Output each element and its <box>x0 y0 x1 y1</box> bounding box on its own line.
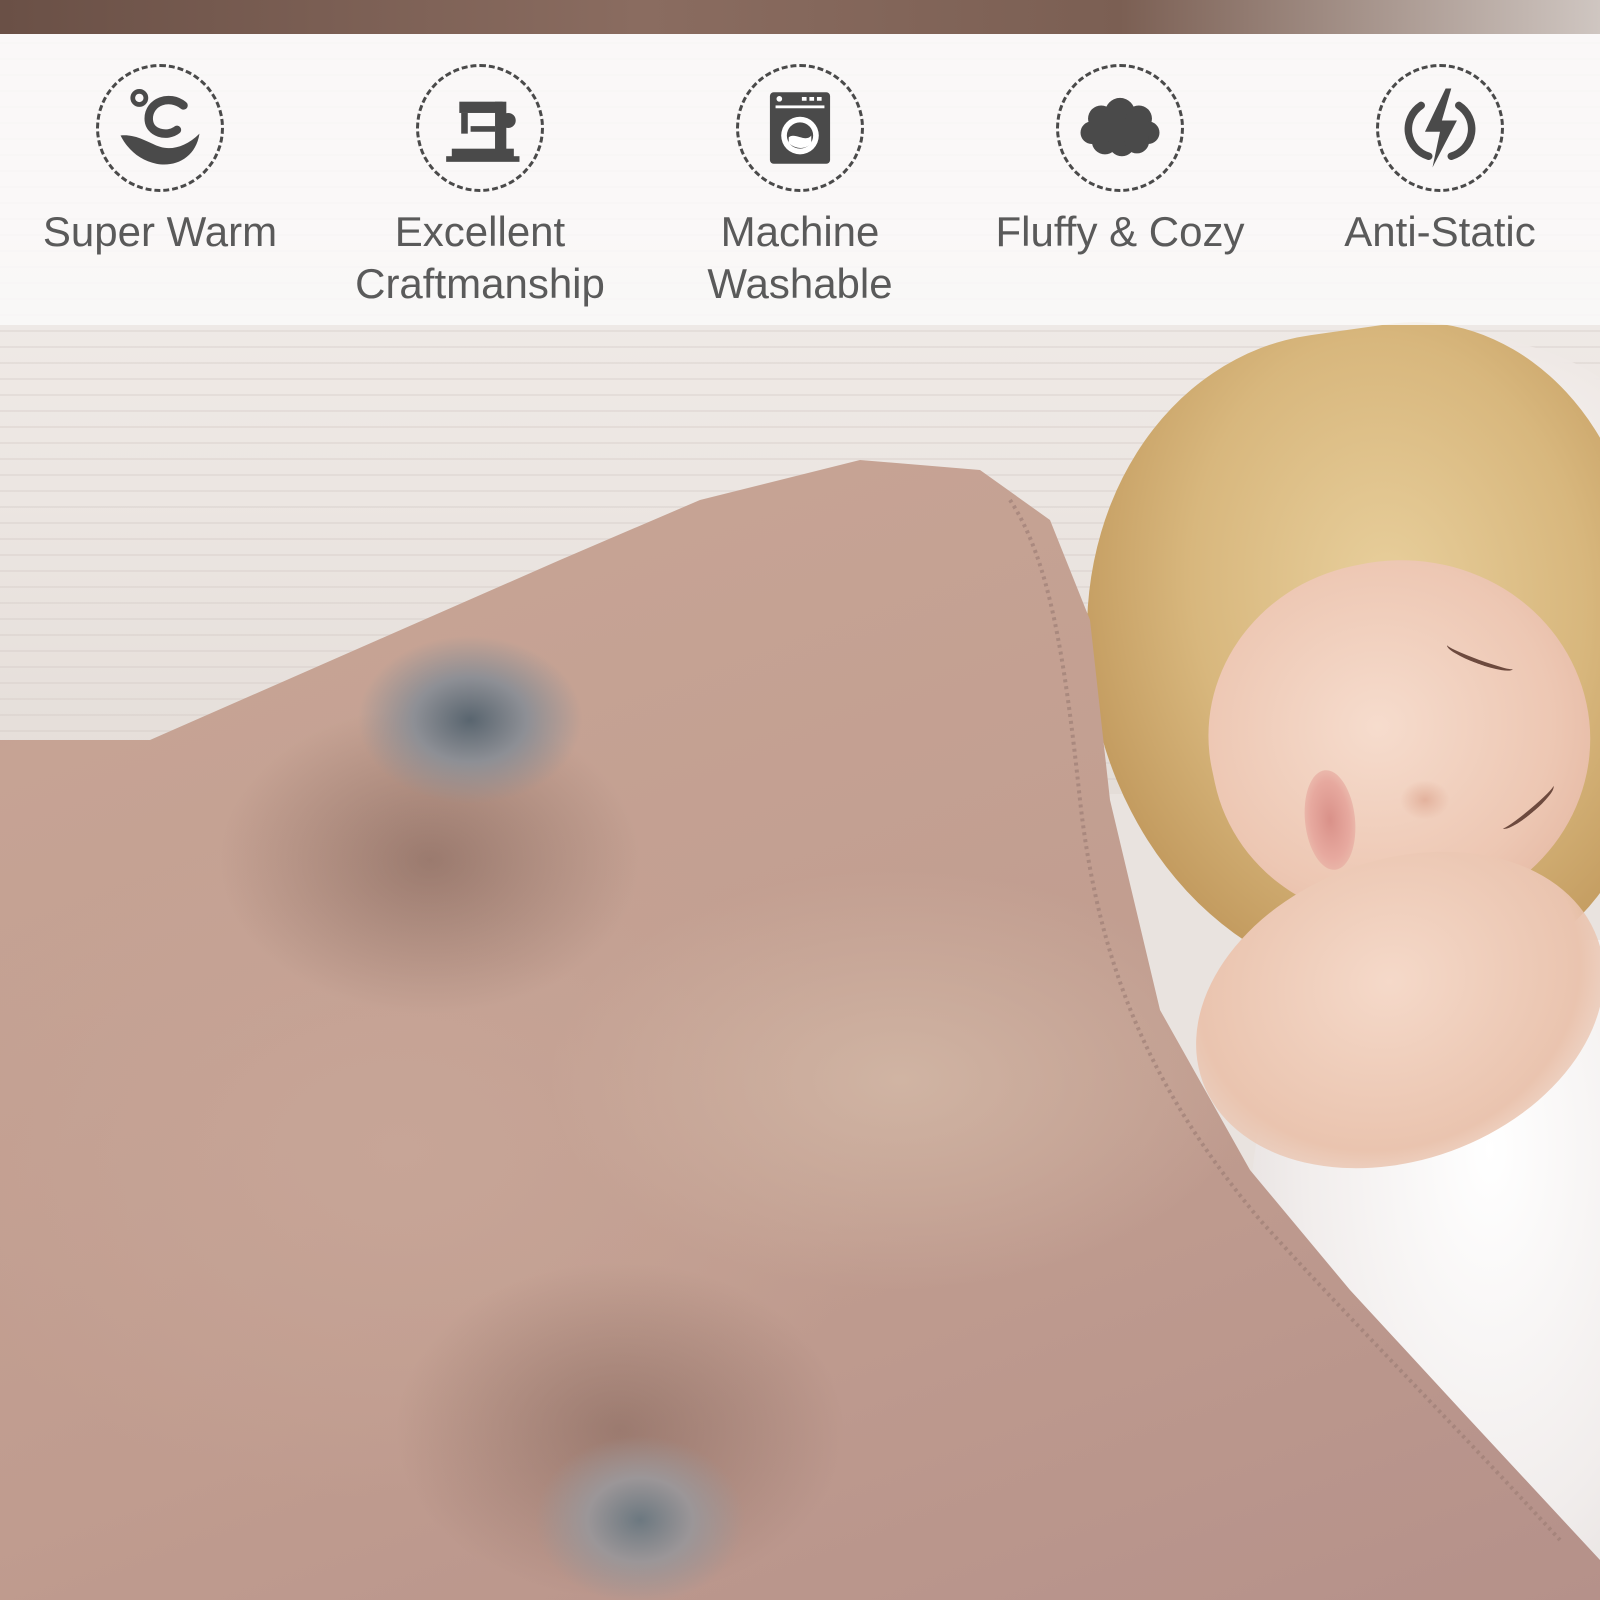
feature-excellent-craftmanship: Excellent Craftmanship <box>330 64 630 314</box>
warmth-icon <box>120 88 200 165</box>
cloud-icon <box>1080 97 1160 157</box>
feature-label: Excellent Craftmanship <box>355 208 605 307</box>
feature-label: Anti-Static <box>1344 208 1536 255</box>
feature-badge <box>1376 64 1504 192</box>
feature-machine-washable: Machine Washable <box>650 64 950 314</box>
feature-anti-static: Anti-Static <box>1290 64 1590 314</box>
feature-label: Fluffy & Cozy <box>995 208 1245 255</box>
feature-label: Machine Washable <box>707 208 893 307</box>
feature-super-warm: Super Warm <box>10 64 310 314</box>
feature-badge <box>736 64 864 192</box>
washing-machine-icon <box>769 92 831 164</box>
feature-badge <box>1056 64 1184 192</box>
lightning-icon <box>1404 88 1476 168</box>
feature-badge <box>416 64 544 192</box>
feature-fluffy-cozy: Fluffy & Cozy <box>970 64 1270 314</box>
sewing-machine-icon <box>446 101 520 162</box>
feature-badge <box>96 64 224 192</box>
feature-label: Super Warm <box>42 208 278 255</box>
